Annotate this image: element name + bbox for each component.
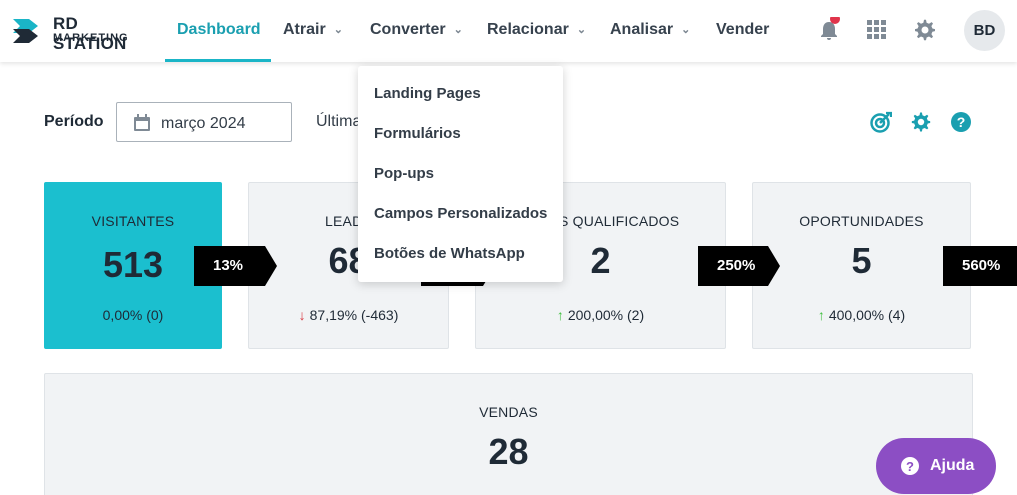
nav-active-indicator (165, 59, 271, 62)
calendar-icon (134, 114, 150, 131)
leads-delta-row: ↓ 87,19% (-463) (249, 307, 448, 323)
rd-station-logo[interactable]: RD STATION MARKETING (12, 14, 152, 53)
top-navigation-bar: RD STATION MARKETING Dashboard Atrair ⌄ C… (0, 0, 1017, 62)
opportunities-delta: 400,00% (4) (828, 307, 906, 323)
nav-vender[interactable]: Vender (716, 0, 769, 62)
user-avatar[interactable]: BD (964, 10, 1005, 51)
settings-gear-icon[interactable] (913, 17, 939, 43)
help-button[interactable]: ? Ajuda (876, 438, 996, 494)
nav-converter-label: Converter (370, 21, 446, 38)
opportunities-title: OPORTUNIDADES (799, 213, 924, 229)
opportunities-to-sales-rate: 560% (943, 246, 1017, 286)
period-date-value: março 2024 (161, 115, 246, 132)
svg-text:?: ? (906, 459, 914, 474)
menu-item-forms[interactable]: Formulários (374, 125, 461, 142)
sales-value: 28 (488, 431, 529, 472)
opportunities-card: OPORTUNIDADES 5 ↑ 400,00% (4) (752, 182, 971, 349)
visitors-title: VISITANTES (91, 213, 175, 229)
period-label: Período (44, 113, 104, 130)
menu-item-whatsapp-buttons[interactable]: Botões de WhatsApp (374, 245, 525, 262)
nav-converter[interactable]: Converter ⌄ (370, 0, 463, 62)
goals-target-icon[interactable] (870, 111, 893, 133)
nav-relacionar[interactable]: Relacionar ⌄ (487, 0, 586, 62)
arrow-down-icon: ↓ (298, 307, 306, 323)
chevron-down-icon: ⌄ (333, 24, 343, 36)
nav-dashboard[interactable]: Dashboard (177, 0, 261, 62)
apps-grid-icon[interactable] (866, 17, 892, 43)
comparison-selector[interactable]: Última (316, 113, 361, 131)
nav-analisar-label: Analisar (610, 21, 674, 38)
sales-card: VENDAS 28 (44, 373, 973, 495)
converter-dropdown-menu: Landing Pages Formulários Pop-ups Campos… (358, 66, 563, 282)
nav-atrair[interactable]: Atrair ⌄ (283, 0, 343, 62)
rd-logo-mark-icon (13, 19, 38, 43)
qualified-delta-row: ↑ 200,00% (2) (476, 307, 725, 323)
notifications-bell-icon[interactable] (817, 14, 843, 43)
nav-vender-label: Vender (716, 21, 770, 38)
help-question-icon[interactable]: ? (950, 111, 972, 133)
dashboard-settings-gear-icon[interactable] (910, 111, 932, 133)
chevron-down-icon: ⌄ (681, 24, 691, 36)
menu-item-popups[interactable]: Pop-ups (374, 165, 434, 182)
period-date-picker[interactable]: março 2024 (116, 102, 292, 142)
nav-relacionar-label: Relacionar (487, 21, 569, 38)
arrow-up-icon: ↑ (556, 307, 564, 323)
chevron-down-icon: ⌄ (576, 24, 587, 36)
brand-line-2: MARKETING (53, 32, 129, 44)
opportunities-value: 5 (851, 240, 872, 281)
arrow-up-icon: ↑ (817, 307, 825, 323)
sales-title: VENDAS (479, 404, 538, 420)
nav-analisar[interactable]: Analisar ⌄ (610, 0, 690, 62)
qualified-leads-delta: 200,00% (2) (567, 307, 645, 323)
nav-dashboard-label: Dashboard (177, 21, 261, 38)
nav-atrair-label: Atrair (283, 21, 326, 38)
menu-item-custom-fields[interactable]: Campos Personalizados (374, 205, 547, 222)
menu-item-landing-pages[interactable]: Landing Pages (374, 85, 481, 102)
visitors-delta: 0,00% (0) (102, 307, 164, 323)
opportunities-delta-row: ↑ 400,00% (4) (753, 307, 970, 323)
visitors-to-leads-rate: 13% (194, 246, 277, 286)
qualified-to-opportunities-rate: 250% (698, 246, 780, 286)
help-button-label: Ajuda (930, 457, 975, 474)
question-circle-icon: ? (901, 457, 919, 475)
chevron-down-icon: ⌄ (453, 24, 463, 36)
leads-delta: 87,19% (-463) (309, 307, 399, 323)
svg-text:?: ? (957, 114, 966, 130)
